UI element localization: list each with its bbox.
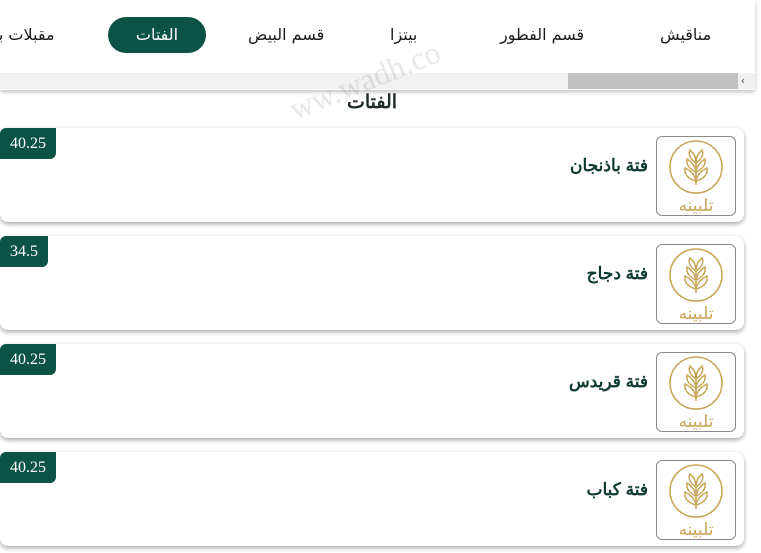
- item-thumbnail[interactable]: تلبينه: [656, 136, 736, 216]
- price-badge: 34.5: [0, 236, 48, 267]
- menu-page: مناقيش قسم الفطور بيتزا قسم البيض الفتات…: [0, 0, 761, 553]
- category-nav: مناقيش قسم الفطور بيتزا قسم البيض الفتات…: [0, 0, 755, 90]
- category-tabs: مناقيش قسم الفطور بيتزا قسم البيض الفتات…: [0, 0, 755, 70]
- logo-text: تلبينه: [679, 196, 714, 215]
- talbina-logo-icon: تلبينه: [669, 356, 723, 431]
- section-title: الفتات: [346, 91, 398, 113]
- tab-pizza[interactable]: بيتزا: [390, 17, 417, 53]
- tab-fattat[interactable]: الفتات: [108, 17, 206, 53]
- item-thumbnail[interactable]: تلبينه: [656, 352, 736, 432]
- tab-manakish[interactable]: مناقيش: [660, 17, 711, 53]
- scroll-left-arrow-icon[interactable]: ‹: [737, 73, 749, 89]
- menu-item-card[interactable]: 40.25 فتة باذنجان تلبينه: [0, 128, 744, 222]
- horizontal-scrollbar[interactable]: ‹: [0, 73, 755, 89]
- logo-text: تلبينه: [679, 520, 714, 539]
- price-badge: 40.25: [0, 128, 56, 159]
- item-name: فتة كباب: [586, 480, 648, 499]
- logo-text: تلبينه: [679, 304, 714, 323]
- talbina-logo-icon: تلبينه: [669, 464, 723, 539]
- tab-eggs[interactable]: قسم البيض: [248, 17, 324, 53]
- tab-breakfast[interactable]: قسم الفطور: [500, 17, 584, 53]
- item-thumbnail[interactable]: تلبينه: [656, 244, 736, 324]
- item-name: فتة باذنجان: [570, 156, 648, 175]
- item-thumbnail[interactable]: تلبينه: [656, 460, 736, 540]
- price-badge: 40.25: [0, 452, 56, 483]
- menu-item-card[interactable]: 34.5 فتة دجاج تلبينه: [0, 236, 744, 330]
- logo-text: تلبينه: [679, 412, 714, 431]
- menu-item-card[interactable]: 40.25 فتة قريدس تلبينه: [0, 344, 744, 438]
- talbina-logo-icon: تلبينه: [669, 140, 723, 215]
- talbina-logo-icon: تلبينه: [669, 248, 723, 323]
- item-name: فتة قريدس: [568, 372, 648, 391]
- tab-appetizers[interactable]: مقبلات با: [0, 17, 55, 53]
- price-badge: 40.25: [0, 344, 56, 375]
- item-name: فتة دجاج: [586, 264, 648, 283]
- menu-item-card[interactable]: 40.25 فتة كباب تلبينه: [0, 452, 744, 546]
- scrollbar-thumb[interactable]: [568, 73, 738, 89]
